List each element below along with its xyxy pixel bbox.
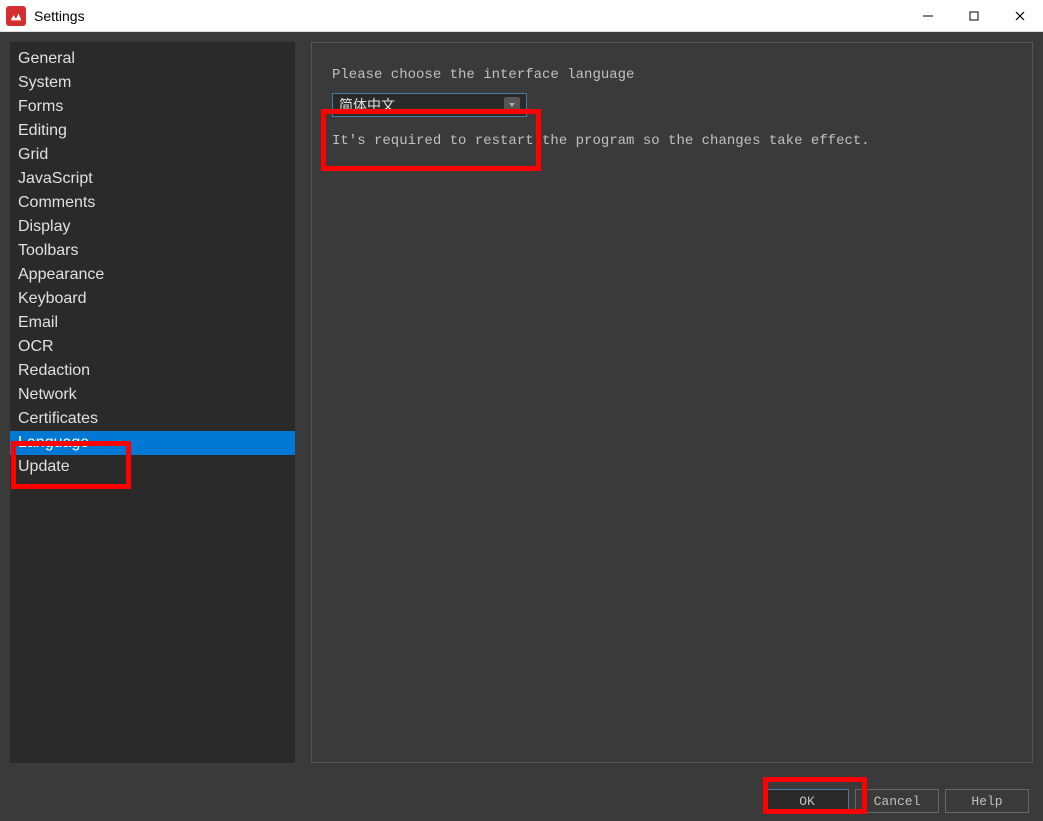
sidebar-item-network[interactable]: Network [10,383,295,407]
titlebar-buttons [905,0,1043,32]
cancel-button[interactable]: Cancel [855,789,939,813]
sidebar-item-toolbars[interactable]: Toolbars [10,239,295,263]
sidebar-item-ocr[interactable]: OCR [10,335,295,359]
maximize-icon [968,10,980,22]
sidebar-item-language[interactable]: Language [10,431,295,455]
sidebar-item-update[interactable]: Update [10,455,295,479]
language-dropdown[interactable]: 简体中文 [332,93,527,117]
language-label: Please choose the interface language [332,67,1012,83]
sidebar-item-editing[interactable]: Editing [10,119,295,143]
settings-sidebar: General System Forms Editing Grid JavaSc… [10,42,295,763]
dropdown-selected-value: 简体中文 [339,95,395,115]
sidebar-item-certificates[interactable]: Certificates [10,407,295,431]
titlebar: Settings [0,0,1043,32]
titlebar-left: Settings [0,6,85,26]
help-button[interactable]: Help [945,789,1029,813]
minimize-button[interactable] [905,0,951,32]
main-container: General System Forms Editing Grid JavaSc… [0,32,1043,773]
sidebar-item-redaction[interactable]: Redaction [10,359,295,383]
sidebar-item-system[interactable]: System [10,71,295,95]
close-icon [1014,10,1026,22]
sidebar-item-grid[interactable]: Grid [10,143,295,167]
sidebar-item-appearance[interactable]: Appearance [10,263,295,287]
close-button[interactable] [997,0,1043,32]
sidebar-item-forms[interactable]: Forms [10,95,295,119]
maximize-button[interactable] [951,0,997,32]
app-icon [6,6,26,26]
dropdown-arrow-button [504,97,520,113]
sidebar-item-keyboard[interactable]: Keyboard [10,287,295,311]
chevron-down-icon [508,101,516,109]
pdf-app-icon [9,9,23,23]
restart-message: It's required to restart the program so … [332,133,1012,149]
ok-button[interactable]: OK [765,789,849,813]
sidebar-item-display[interactable]: Display [10,215,295,239]
sidebar-item-comments[interactable]: Comments [10,191,295,215]
sidebar-item-email[interactable]: Email [10,311,295,335]
sidebar-item-general[interactable]: General [10,47,295,71]
settings-content: Please choose the interface language 简体中… [311,42,1033,763]
minimize-icon [922,10,934,22]
window-title: Settings [34,8,85,24]
sidebar-item-javascript[interactable]: JavaScript [10,167,295,191]
footer-buttons: OK Cancel Help [765,789,1029,813]
